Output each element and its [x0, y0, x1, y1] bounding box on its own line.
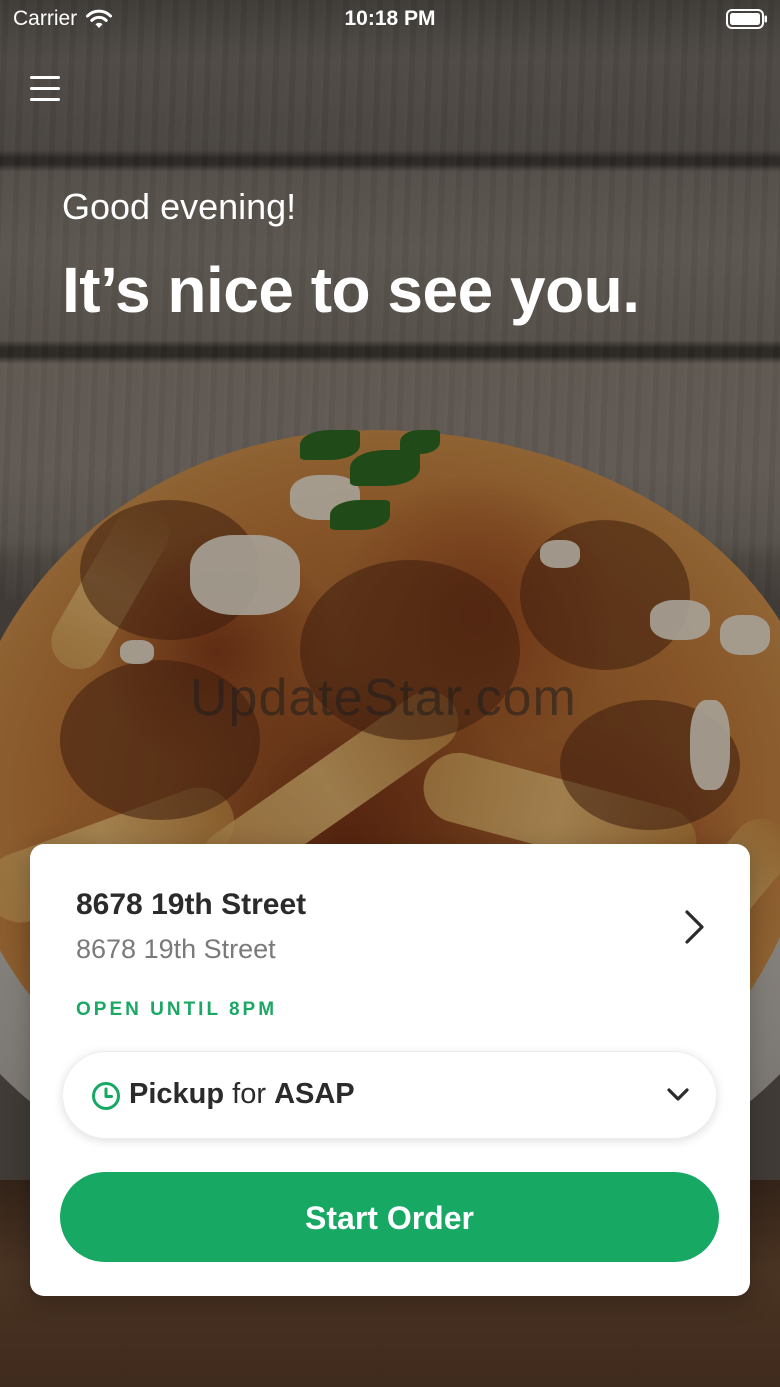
store-name: 8678 19th Street	[76, 888, 307, 921]
welcome-headline: It’s nice to see you.	[62, 254, 640, 326]
order-mode-label: Pickup for ASAP	[129, 1078, 355, 1111]
watermark-text: UpdateStar.com	[190, 669, 577, 727]
chevron-down-icon	[667, 1088, 689, 1101]
chevron-right-icon	[685, 910, 704, 944]
order-mode-connector: for	[232, 1078, 266, 1110]
store-hours-status: OPEN UNTIL 8PM	[76, 999, 278, 1020]
store-address: 8678 19th Street	[76, 934, 276, 964]
order-mode-selector[interactable]: Pickup for ASAP	[62, 1051, 717, 1139]
order-mode-time: ASAP	[274, 1078, 355, 1110]
battery-icon	[726, 9, 767, 29]
status-time: 10:18 PM	[344, 7, 436, 30]
store-selector[interactable]: 8678 19th Street 8678 19th Street	[30, 844, 750, 974]
clock-icon	[92, 1082, 120, 1110]
greeting-text: Good evening!	[62, 186, 297, 227]
store-card: 8678 19th Street 8678 19th Street OPEN U…	[30, 844, 750, 1296]
order-mode-type: Pickup	[129, 1078, 225, 1110]
start-order-button[interactable]: Start Order	[60, 1172, 719, 1262]
status-bar: Carrier 10:18 PM	[0, 0, 780, 40]
hamburger-menu-icon[interactable]	[28, 72, 62, 106]
